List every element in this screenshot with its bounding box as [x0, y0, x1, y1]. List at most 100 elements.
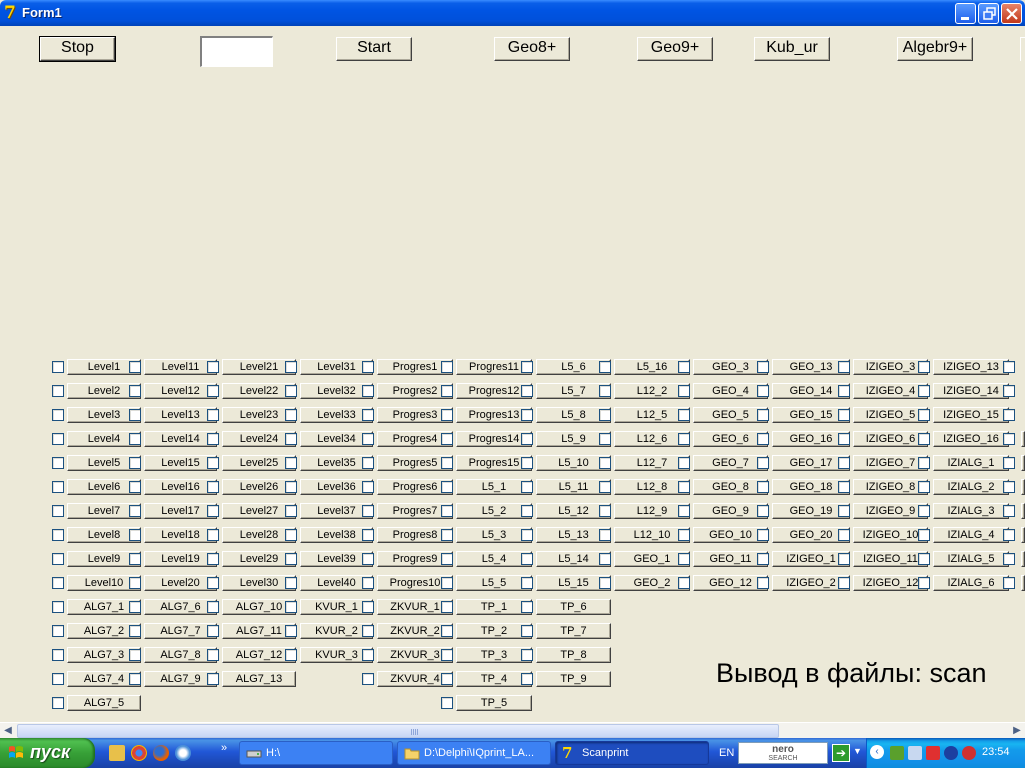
exercise-checkbox[interactable] — [757, 433, 769, 445]
stop-button[interactable]: Stop — [39, 36, 116, 62]
exercise-checkbox[interactable] — [285, 529, 297, 541]
exercise-checkbox[interactable] — [129, 601, 141, 613]
exercise-checkbox[interactable] — [521, 553, 533, 565]
task-h-drive[interactable]: H:\ — [239, 741, 393, 765]
exercise-checkbox[interactable] — [207, 529, 219, 541]
exercise-checkbox[interactable] — [129, 481, 141, 493]
exercise-checkbox[interactable] — [52, 457, 64, 469]
exercise-checkbox[interactable] — [441, 385, 453, 397]
restore-button[interactable] — [978, 3, 999, 24]
exercise-checkbox[interactable] — [207, 361, 219, 373]
exercise-checkbox[interactable] — [441, 673, 453, 685]
exercise-checkbox[interactable] — [678, 529, 690, 541]
exercise-button[interactable]: IZIALG_2 — [933, 479, 1009, 495]
exercise-checkbox[interactable] — [521, 385, 533, 397]
exercise-button-clipped[interactable] — [1021, 527, 1025, 543]
exercise-checkbox[interactable] — [521, 361, 533, 373]
exercise-checkbox[interactable] — [678, 481, 690, 493]
exercise-checkbox[interactable] — [52, 601, 64, 613]
exercise-checkbox[interactable] — [129, 625, 141, 637]
exercise-checkbox[interactable] — [362, 601, 374, 613]
exercise-checkbox[interactable] — [52, 697, 64, 709]
exercise-checkbox[interactable] — [285, 481, 297, 493]
exercise-checkbox[interactable] — [838, 457, 850, 469]
exercise-checkbox[interactable] — [129, 409, 141, 421]
exercise-checkbox[interactable] — [918, 385, 930, 397]
scroll-left-icon[interactable]: ◀ — [0, 723, 16, 739]
exercise-checkbox[interactable] — [757, 361, 769, 373]
start-button[interactable]: Start — [336, 37, 412, 61]
exercise-checkbox[interactable] — [52, 409, 64, 421]
exercise-button-clipped[interactable] — [1021, 479, 1025, 495]
exercise-checkbox[interactable] — [207, 601, 219, 613]
exercise-checkbox[interactable] — [441, 481, 453, 493]
exercise-checkbox[interactable] — [599, 529, 611, 541]
exercise-checkbox[interactable] — [52, 361, 64, 373]
exercise-checkbox[interactable] — [207, 385, 219, 397]
tray-expand-icon[interactable]: ‹ — [870, 745, 884, 759]
exercise-button[interactable]: IZIALG_3 — [933, 503, 1009, 519]
exercise-checkbox[interactable] — [1003, 577, 1015, 589]
exercise-button[interactable]: IZIALG_1 — [933, 455, 1009, 471]
exercise-button[interactable]: IZIGEO_6 — [853, 431, 928, 447]
exercise-checkbox[interactable] — [599, 481, 611, 493]
exercise-checkbox[interactable] — [52, 385, 64, 397]
exercise-checkbox[interactable] — [521, 409, 533, 421]
dropdown-arrow-icon[interactable]: ▼ — [853, 746, 862, 756]
exercise-checkbox[interactable] — [918, 361, 930, 373]
quicklaunch-more-icon[interactable]: » — [221, 742, 227, 754]
exercise-checkbox[interactable] — [52, 529, 64, 541]
exercise-button[interactable]: IZIGEO_14 — [933, 383, 1009, 399]
exercise-checkbox[interactable] — [129, 529, 141, 541]
tray-shield-icon[interactable] — [962, 746, 976, 760]
exercise-checkbox[interactable] — [678, 577, 690, 589]
task-scanprint[interactable]: 7 Scanprint — [555, 741, 709, 765]
exercise-checkbox[interactable] — [285, 649, 297, 661]
exercise-checkbox[interactable] — [757, 553, 769, 565]
exercise-checkbox[interactable] — [1003, 409, 1015, 421]
exercise-checkbox[interactable] — [129, 457, 141, 469]
exercise-button[interactable]: IZIGEO_8 — [853, 479, 928, 495]
exercise-button[interactable]: IZIGEO_9 — [853, 503, 928, 519]
exercise-button[interactable]: IZIGEO_16 — [933, 431, 1009, 447]
exercise-checkbox[interactable] — [918, 409, 930, 421]
exercise-checkbox[interactable] — [52, 625, 64, 637]
exercise-checkbox[interactable] — [441, 553, 453, 565]
exercise-checkbox[interactable] — [757, 409, 769, 421]
algebr9-button[interactable]: Algebr9+ — [897, 37, 973, 61]
exercise-button[interactable]: IZIGEO_10 — [853, 527, 928, 543]
exercise-checkbox[interactable] — [838, 385, 850, 397]
exercise-checkbox[interactable] — [129, 577, 141, 589]
quicklaunch-mail-icon[interactable] — [109, 745, 125, 761]
exercise-checkbox[interactable] — [1003, 529, 1015, 541]
exercise-checkbox[interactable] — [441, 409, 453, 421]
exercise-checkbox[interactable] — [52, 481, 64, 493]
exercise-checkbox[interactable] — [521, 649, 533, 661]
exercise-checkbox[interactable] — [838, 505, 850, 517]
exercise-checkbox[interactable] — [52, 673, 64, 685]
exercise-checkbox[interactable] — [441, 577, 453, 589]
exercise-checkbox[interactable] — [599, 577, 611, 589]
exercise-button[interactable]: IZIGEO_15 — [933, 407, 1009, 423]
exercise-checkbox[interactable] — [129, 385, 141, 397]
tray-app-icon[interactable] — [890, 746, 904, 760]
exercise-checkbox[interactable] — [285, 433, 297, 445]
exercise-checkbox[interactable] — [757, 577, 769, 589]
start-menu-button[interactable]: пуск — [0, 738, 95, 768]
exercise-checkbox[interactable] — [838, 433, 850, 445]
exercise-checkbox[interactable] — [441, 505, 453, 517]
exercise-checkbox[interactable] — [285, 409, 297, 421]
exercise-checkbox[interactable] — [362, 385, 374, 397]
exercise-button[interactable]: IZIGEO_11 — [853, 551, 928, 567]
exercise-checkbox[interactable] — [757, 505, 769, 517]
exercise-checkbox[interactable] — [362, 625, 374, 637]
exercise-button[interactable]: TP_9 — [536, 671, 611, 687]
exercise-checkbox[interactable] — [678, 433, 690, 445]
quicklaunch-chrome-icon[interactable] — [131, 745, 147, 761]
exercise-checkbox[interactable] — [441, 529, 453, 541]
exercise-checkbox[interactable] — [52, 433, 64, 445]
exercise-checkbox[interactable] — [362, 553, 374, 565]
tray-network-icon[interactable] — [908, 746, 922, 760]
go-arrow-icon[interactable]: ➔ — [832, 744, 850, 762]
exercise-checkbox[interactable] — [52, 505, 64, 517]
